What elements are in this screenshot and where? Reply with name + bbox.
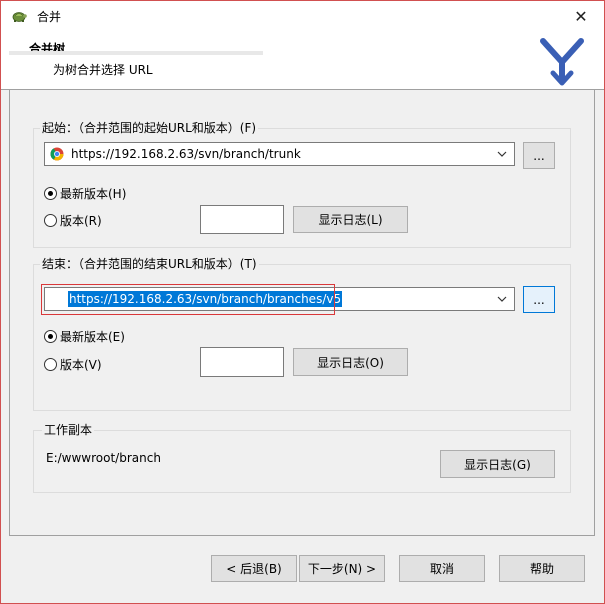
chevron-down-icon[interactable] [496, 293, 508, 305]
header-stripe [9, 51, 263, 55]
working-copy-show-log-button[interactable]: 显示日志(G) [440, 450, 555, 478]
end-revision-input[interactable] [200, 347, 284, 377]
start-show-log-button[interactable]: 显示日志(L) [293, 206, 408, 233]
next-label: 下一步(N) > [307, 562, 377, 576]
chevron-down-icon[interactable] [496, 148, 508, 160]
merge-dialog: 合并 ✕ 合并树 为树合并选择 URL 起始：（合并范围的起始URL和版本）(F… [0, 0, 605, 604]
start-group-label: 起始：（合并范围的起始URL和版本）(F) [40, 121, 259, 135]
close-icon: ✕ [574, 7, 588, 26]
next-button[interactable]: 下一步(N) > [299, 555, 385, 582]
start-head-label: 最新版本(H) [60, 187, 127, 201]
end-revision-label: 版本(V) [60, 358, 102, 372]
start-revision-label: 版本(R) [60, 214, 102, 228]
back-button[interactable]: < 后退(B) [211, 555, 297, 582]
end-head-radio[interactable]: 最新版本(E) [44, 328, 125, 345]
end-show-log-button[interactable]: 显示日志(O) [293, 348, 408, 376]
start-show-log-label: 显示日志(L) [318, 213, 383, 227]
end-group-label: 结束：（合并范围的结束URL和版本）(T) [40, 257, 259, 271]
content-border-left [9, 90, 10, 536]
working-copy-path: E:/wwwroot/branch [46, 451, 161, 465]
start-revision-radio-indicator[interactable] [44, 214, 57, 227]
content-border-right [594, 90, 595, 536]
end-revision-radio[interactable]: 版本(V) [44, 356, 102, 373]
working-copy-label: 工作副本 [42, 423, 95, 437]
close-button[interactable]: ✕ [558, 1, 604, 32]
cancel-label: 取消 [429, 562, 454, 576]
start-browse-button[interactable]: ... [523, 142, 555, 169]
start-browse-label: ... [533, 148, 545, 163]
end-revision-radio-indicator[interactable] [44, 358, 57, 371]
chrome-icon [50, 147, 64, 161]
start-revision-input[interactable] [200, 205, 284, 234]
back-label: < 后退(B) [226, 562, 282, 576]
highlight-frame [41, 284, 335, 315]
end-browse-label: ... [533, 292, 545, 307]
wizard-header: 合并树 为树合并选择 URL [1, 32, 604, 90]
end-head-radio-indicator[interactable] [44, 330, 57, 343]
tortoise-icon [12, 12, 27, 22]
help-button[interactable]: 帮助 [499, 555, 585, 582]
cancel-button[interactable]: 取消 [399, 555, 485, 582]
end-browse-button[interactable]: ... [523, 286, 555, 313]
title-bar: 合并 ✕ [1, 1, 604, 32]
svn-merge-logo [540, 38, 584, 86]
end-show-log-label: 显示日志(O) [317, 355, 384, 370]
start-url-combobox[interactable]: https://192.168.2.63/svn/branch/trunk [44, 142, 515, 166]
start-head-radio[interactable]: 最新版本(H) [44, 185, 126, 202]
window-title: 合并 [37, 10, 62, 24]
start-url-text: https://192.168.2.63/svn/branch/trunk [71, 147, 301, 161]
start-revision-radio[interactable]: 版本(R) [44, 212, 102, 229]
working-copy-show-log-label: 显示日志(G) [464, 457, 531, 472]
help-label: 帮助 [529, 562, 554, 576]
start-head-radio-indicator[interactable] [44, 187, 57, 200]
end-head-label: 最新版本(E) [60, 330, 125, 344]
footer-divider [9, 535, 595, 536]
header-subtitle: 为树合并选择 URL [53, 63, 153, 77]
